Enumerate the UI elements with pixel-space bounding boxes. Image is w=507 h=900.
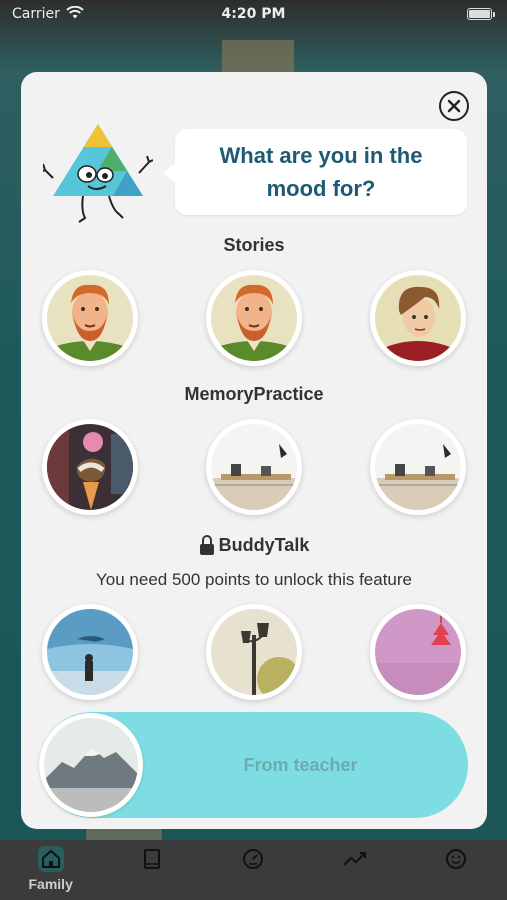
battery-icon — [467, 8, 495, 20]
mood-picker-modal: What are you in the mood for? Stories Me… — [21, 72, 487, 829]
tab-book[interactable] — [122, 846, 182, 872]
carrier-label: Carrier — [12, 6, 60, 22]
memory-item[interactable] — [370, 419, 466, 515]
trend-icon — [342, 846, 368, 872]
ice-cream-photo — [47, 424, 133, 510]
buddy-talk-title: BuddyTalk — [218, 534, 310, 555]
from-teacher-label: From teacher — [243, 754, 358, 775]
smiley-icon — [443, 846, 469, 872]
pink-sky-photo — [375, 609, 461, 695]
street-lamp-photo — [211, 609, 297, 695]
close-button[interactable] — [439, 91, 469, 121]
status-bar: Carrier 4:20 PM — [0, 0, 507, 28]
buddy-row — [42, 604, 466, 700]
office-room-photo — [375, 424, 461, 510]
prompt-bubble: What are you in the mood for? — [163, 129, 467, 215]
tab-family[interactable]: Family — [21, 846, 81, 892]
tab-family-label: Family — [28, 876, 73, 892]
book-icon — [139, 846, 165, 872]
bottom-tab-bar: Family — [0, 840, 507, 900]
memory-practice-title: MemoryPractice — [184, 384, 324, 404]
story-item[interactable] — [370, 270, 466, 366]
home-icon — [37, 846, 64, 872]
brown-hair-boy-avatar — [375, 275, 461, 361]
buddy-item[interactable] — [370, 604, 466, 700]
ginger-beard-man-avatar — [211, 275, 297, 361]
stories-row — [42, 270, 466, 366]
buddy-item[interactable] — [42, 604, 138, 700]
buddy-item[interactable] — [206, 604, 302, 700]
tab-progress[interactable] — [325, 846, 385, 872]
mountain-photo — [44, 718, 138, 812]
teacher-avatar — [39, 713, 143, 817]
buddy-talk-header: BuddyTalk — [21, 534, 487, 556]
memory-row — [42, 419, 466, 515]
memory-item[interactable] — [206, 419, 302, 515]
prompt-text: What are you in the mood for? — [219, 143, 423, 201]
aquarium-photo — [47, 609, 133, 695]
story-item[interactable] — [206, 270, 302, 366]
memory-item[interactable] — [42, 419, 138, 515]
office-room-photo — [211, 424, 297, 510]
from-teacher-button[interactable]: From teacher — [39, 712, 468, 818]
gauge-icon — [240, 846, 266, 872]
stories-title: Stories — [223, 235, 285, 255]
close-icon — [447, 99, 461, 113]
triangle-mascot-icon — [43, 124, 153, 223]
ginger-beard-man-avatar — [47, 275, 133, 361]
background-decoration — [222, 40, 294, 72]
tab-profile[interactable] — [426, 846, 486, 872]
unlock-requirement-note: You need 500 points to unlock this featu… — [96, 570, 412, 589]
wifi-icon — [66, 5, 84, 23]
lock-icon — [199, 535, 214, 555]
status-time: 4:20 PM — [221, 6, 286, 22]
tab-gauge[interactable] — [223, 846, 283, 872]
story-item[interactable] — [42, 270, 138, 366]
